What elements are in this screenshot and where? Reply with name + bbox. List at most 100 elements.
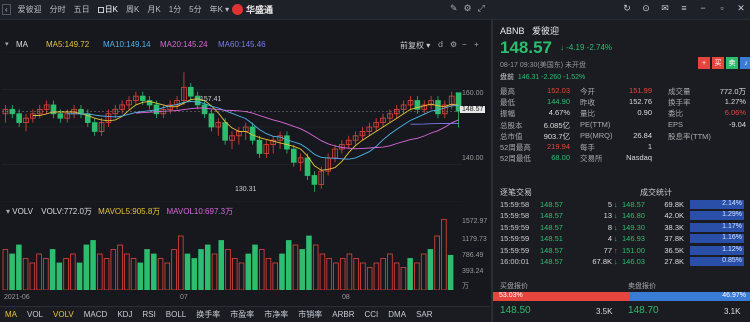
volume-toggle[interactable]: ▾ xyxy=(6,207,10,216)
stat-row: 总市值 903.7亿 PB(MRQ) 26.84 股息率(TTM) xyxy=(500,131,748,142)
volume-bar xyxy=(204,244,211,290)
expand-icon[interactable]: ⤢ xyxy=(478,3,485,14)
volume-bar xyxy=(414,262,420,290)
candle-body xyxy=(91,122,98,132)
plus-icon[interactable]: + xyxy=(474,40,479,49)
indicator-tab[interactable]: 市销率 xyxy=(293,309,327,320)
indicator-tab[interactable]: CCI xyxy=(360,310,384,319)
trade-sell-icon[interactable]: 卖 xyxy=(726,57,738,69)
date-label: 2021-06 xyxy=(4,294,30,301)
tab-period[interactable]: 五日 xyxy=(71,3,93,16)
vol-axis: 393.24 xyxy=(462,268,484,275)
volume-bar xyxy=(191,258,198,290)
menu-icon[interactable]: ≡ xyxy=(679,3,689,14)
stat-row: 总股本 6.085亿 PE(TTM) EPS -9.04 xyxy=(500,120,748,131)
volume-bar xyxy=(346,253,353,290)
volume-bar xyxy=(279,253,285,290)
indicator-tab[interactable]: RSI xyxy=(137,310,160,319)
marker-low: 130.31 xyxy=(235,186,257,193)
tab-period[interactable]: 1分 xyxy=(166,3,184,16)
stat-value: Nasdaq xyxy=(626,153,652,163)
trade-vol: 8 xyxy=(607,222,612,232)
trade-vol: 5 xyxy=(607,200,612,209)
stat-value: 152.03 xyxy=(547,86,570,95)
tab-period[interactable]: 周K xyxy=(123,3,142,16)
indicator-tab[interactable]: 市净率 xyxy=(259,309,293,320)
candlestick-chart[interactable] xyxy=(2,52,462,202)
minus-icon[interactable]: − xyxy=(462,40,467,49)
indicator-tab[interactable]: BOLL xyxy=(161,310,191,319)
back-icon[interactable]: ‹ xyxy=(2,4,11,15)
trade-buy-icon[interactable]: 买 xyxy=(712,57,724,69)
quote-time: 08-17 09:30(美国东) 未开盘 xyxy=(500,62,586,69)
indicator-tab[interactable]: ARBR xyxy=(327,310,359,319)
tab-period-dropdown[interactable]: 年K ▾ xyxy=(207,3,233,16)
tab-period[interactable]: 月K xyxy=(144,3,163,16)
ask-volume: 3.1K xyxy=(724,307,741,316)
stat-value: 152.76 xyxy=(629,97,652,107)
trade-p2: 148.57 xyxy=(622,200,645,209)
window-controls: ↻ ⊙ ✉ ≡ − ▫ ✕ xyxy=(622,3,746,14)
volume-bar xyxy=(407,258,413,290)
ma-toggle[interactable]: ▾ xyxy=(5,40,9,48)
adjust-select[interactable]: 前复权 ▾ xyxy=(400,40,430,51)
volume-bar xyxy=(9,253,15,290)
volume-bar xyxy=(70,253,76,290)
indicator-tab[interactable]: MA xyxy=(0,310,22,319)
plus-icon[interactable]: + xyxy=(698,57,710,69)
bell-icon[interactable]: ♪ xyxy=(740,57,750,69)
trade-dir: ↓ xyxy=(614,211,618,221)
ma5-value: MA5:149.72 xyxy=(46,40,90,49)
indicator-tab[interactable]: SAR xyxy=(411,310,437,319)
stock-title: 爱彼迎 xyxy=(17,5,42,14)
volume-bar xyxy=(387,253,393,290)
indicator-tab[interactable]: KDJ xyxy=(112,310,137,319)
stat-value: 68.00 xyxy=(551,153,570,163)
stat-value: 0.90 xyxy=(637,108,652,118)
indicator-tab[interactable]: MACD xyxy=(79,310,113,319)
indicator-tab[interactable]: 换手率 xyxy=(191,309,225,320)
settings-icon[interactable]: ⚙ xyxy=(450,40,457,49)
trade-price: 148.57 xyxy=(540,257,563,266)
tab-period[interactable]: 分时 xyxy=(47,3,69,16)
volume-bar xyxy=(231,258,238,290)
candle-body xyxy=(188,86,194,97)
indicator-tab[interactable]: DMA xyxy=(383,310,411,319)
stat-row: 最低 144.90 昨收 152.76 换手率 1.27% xyxy=(500,97,748,108)
close-icon[interactable]: ✕ xyxy=(736,3,746,14)
volume-bar xyxy=(76,262,83,290)
mail-icon[interactable]: ✉ xyxy=(660,3,670,14)
volume-bar xyxy=(258,249,265,290)
gear-icon[interactable]: ⚙ xyxy=(464,3,472,14)
refresh-icon[interactable]: ↻ xyxy=(622,3,632,14)
stat-value: 144.90 xyxy=(547,97,570,107)
volume-bar xyxy=(2,249,9,290)
volume-chart[interactable] xyxy=(2,218,454,290)
bid-price: 148.50 xyxy=(500,305,531,316)
tab-period[interactable]: 5分 xyxy=(186,3,204,16)
trade-price: 148.57 xyxy=(540,200,563,209)
chart-settings: ✎ ⚙ ⤢ xyxy=(450,3,485,14)
volume-bar xyxy=(326,258,332,290)
indicator-tab[interactable]: VOLV xyxy=(48,310,79,319)
trade-vol: 77 xyxy=(603,245,612,255)
volume-bar xyxy=(164,262,171,290)
indicator-tab[interactable]: VOL xyxy=(22,310,48,319)
stat-row: 振幅 4.67% 量比 0.90 委比 6.06% xyxy=(500,108,748,119)
badges: + 买 卖 ♪ xyxy=(698,57,750,69)
draw-icon[interactable]: ⅾ xyxy=(438,40,443,49)
user-icon[interactable]: ⊙ xyxy=(641,3,651,14)
indicator-tab[interactable]: 市盈率 xyxy=(225,309,259,320)
trade-price: 148.57 xyxy=(540,245,563,255)
stat-label: 换手率 xyxy=(668,98,691,108)
volume-bar xyxy=(245,253,251,290)
stat-value: 26.84 xyxy=(633,130,652,140)
trade-pct-bar: 1.29% xyxy=(690,211,744,221)
edit-icon[interactable]: ✎ xyxy=(450,3,458,14)
minimize-icon[interactable]: − xyxy=(698,3,708,14)
candle-body xyxy=(311,175,318,185)
tab-period-active[interactable]: 日K xyxy=(95,3,121,16)
maximize-icon[interactable]: ▫ xyxy=(717,3,727,14)
volume-bar xyxy=(157,258,164,290)
volume-bar xyxy=(137,262,144,290)
